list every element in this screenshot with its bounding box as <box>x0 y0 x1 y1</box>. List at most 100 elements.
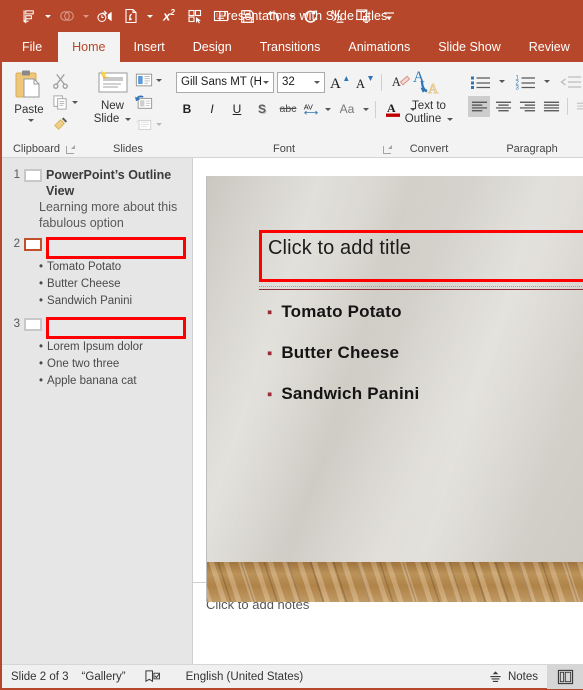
title-underline-accent <box>259 289 583 290</box>
paste-button[interactable]: Paste <box>10 68 48 122</box>
numbering-button[interactable]: 1 2 3 <box>513 71 539 92</box>
slide-bullet-text: Sandwich Panini <box>281 384 420 403</box>
powerpoint-window: x2 A A Presentations with Slide Titles. … <box>0 0 583 690</box>
outline-slide-3[interactable]: 3 <box>2 316 192 339</box>
text-shadow-button[interactable]: S <box>251 98 273 120</box>
slide-editing-area[interactable]: Click to add title ▪ Tomato Potato ▪ But… <box>193 158 583 602</box>
slide-canvas[interactable]: Click to add title ▪ Tomato Potato ▪ But… <box>206 176 583 602</box>
bullets-button[interactable] <box>468 71 494 92</box>
clipboard-group-label: Clipboard <box>12 143 61 155</box>
shape-fill-dropdown-caret-icon[interactable] <box>144 3 156 29</box>
superscript-icon[interactable]: x2 <box>156 3 182 29</box>
tab-animations[interactable]: Animations <box>334 32 424 62</box>
align-center-button[interactable] <box>492 96 514 117</box>
layout-button[interactable] <box>133 69 164 91</box>
language-indicator[interactable]: English (United States) <box>170 671 313 683</box>
outline-slide-number-1: 1 <box>13 169 20 181</box>
slide-bullet-2: ▪ Butter Cheese <box>267 343 573 363</box>
tab-home[interactable]: Home <box>58 32 120 62</box>
tab-design[interactable]: Design <box>179 32 246 62</box>
outline-slide-number-2: 2 <box>13 238 20 250</box>
format-painter-shape-icon[interactable] <box>118 3 144 29</box>
bullet-dot-icon: • <box>39 375 44 387</box>
character-spacing-button[interactable]: AV <box>303 98 331 120</box>
bullet-dot-icon: ▪ <box>267 304 273 321</box>
convert-group-label-wrap: Convert <box>398 141 460 157</box>
align-left-button[interactable] <box>468 96 490 117</box>
paragraph-group-label: Paragraph <box>506 143 558 155</box>
text-to-outline-button[interactable]: A A Text to Outline <box>404 68 454 126</box>
outline-bullet-3-1[interactable]: • Lorem Ipsum dolor <box>2 339 192 356</box>
title-placeholder-text: Click to add title <box>268 237 411 259</box>
outline-slide-icon-3[interactable] <box>24 318 42 331</box>
font-name-combo[interactable]: Gill Sans MT (H <box>176 71 274 93</box>
outline-bullet-2-1[interactable]: • Tomato Potato <box>2 259 192 276</box>
svg-text:A: A <box>330 76 341 91</box>
reset-button[interactable] <box>133 91 164 113</box>
decrease-indent-button[interactable] <box>558 71 583 92</box>
bold-button[interactable]: B <box>176 98 198 120</box>
paste-button-label: Paste <box>14 104 44 116</box>
font-group-label: Font <box>272 143 295 155</box>
section-button[interactable] <box>133 113 164 135</box>
outline-slide-icon-2[interactable] <box>24 238 42 251</box>
font-size-value: 32 <box>282 76 295 88</box>
copy-button[interactable] <box>50 91 80 113</box>
outline-slide-2[interactable]: 2 <box>2 236 192 259</box>
decrease-font-size-button[interactable]: A <box>353 71 375 93</box>
ribbon-tab-strip: File Home Insert Design Transitions Anim… <box>2 32 583 62</box>
slides-group-label-wrap: Slides <box>86 141 170 157</box>
outline-bullet-3-3[interactable]: • Apple banana cat <box>2 373 192 390</box>
outline-pane[interactable]: 1 PowerPoint’s Outline View Learning mor… <box>2 158 193 664</box>
outline-bullet-2-3[interactable]: • Sandwich Panini <box>2 293 192 310</box>
touch-mode-dropdown-caret-icon[interactable] <box>80 3 92 29</box>
outline-slide-title-2-empty-highlight[interactable] <box>46 237 186 259</box>
outline-bullet-2-2[interactable]: • Butter Cheese <box>2 276 192 293</box>
outline-slide-title-1[interactable]: PowerPoint’s Outline View <box>46 167 186 199</box>
outline-slide-title-3-empty-highlight[interactable] <box>46 317 186 339</box>
increase-font-size-button[interactable]: A <box>328 71 350 93</box>
outline-slide-1[interactable]: 1 PowerPoint’s Outline View <box>2 167 192 199</box>
tab-file[interactable]: File <box>6 32 58 62</box>
autosave-dropdown-caret-icon[interactable] <box>42 3 54 29</box>
outline-slide-subtitle-1[interactable]: Learning more about this fabulous option <box>2 199 192 231</box>
strikethrough-button[interactable]: abc <box>276 98 300 120</box>
tab-slide-show[interactable]: Slide Show <box>424 32 515 62</box>
slide-counter[interactable]: Slide 2 of 3 <box>2 671 78 683</box>
new-slide-button[interactable]: New Slide <box>92 68 133 126</box>
outline-bullet-3-2[interactable]: • One two three <box>2 356 192 373</box>
tab-insert[interactable]: Insert <box>120 32 179 62</box>
selection-pane-icon[interactable] <box>182 3 208 29</box>
font-size-combo[interactable]: 32 <box>277 71 325 93</box>
italic-button[interactable]: I <box>201 98 223 120</box>
body-placeholder[interactable]: ▪ Tomato Potato ▪ Butter Cheese ▪ Sandwi… <box>267 302 573 425</box>
tab-review[interactable]: Review <box>515 32 583 62</box>
bullet-dot-icon: • <box>39 295 44 307</box>
autosave-align-icon[interactable] <box>16 3 42 29</box>
change-case-button[interactable]: Aa <box>334 98 360 120</box>
outline-slide-number-3: 3 <box>13 318 20 330</box>
title-placeholder[interactable]: Click to add title <box>259 230 583 282</box>
cut-button[interactable] <box>50 69 80 91</box>
start-from-beginning-icon[interactable] <box>92 3 118 29</box>
clipboard-dialog-launcher-icon[interactable] <box>66 144 76 154</box>
tab-transitions[interactable]: Transitions <box>246 32 335 62</box>
justify-button[interactable] <box>540 96 562 117</box>
align-right-button[interactable] <box>516 96 538 117</box>
text-to-outline-label-line2: Outline <box>404 113 442 125</box>
format-painter-button[interactable] <box>50 113 80 135</box>
notes-toggle-button[interactable]: Notes <box>479 670 547 684</box>
normal-view-button[interactable] <box>547 664 583 689</box>
wooden-floor-image <box>207 562 583 602</box>
underline-button[interactable]: U <box>226 98 248 120</box>
touch-mode-icon[interactable] <box>54 3 80 29</box>
columns-button[interactable] <box>573 96 583 117</box>
slide-bullet-text: Tomato Potato <box>281 302 402 321</box>
outline-slide-icon-1[interactable] <box>24 169 42 182</box>
ribbon-group-convert: A A Text to Outline Convert <box>398 62 460 157</box>
slide-bullet-text: Butter Cheese <box>281 343 400 362</box>
font-dialog-launcher-icon[interactable] <box>383 145 392 154</box>
spellcheck-status-button[interactable] <box>135 669 170 684</box>
theme-name[interactable]: “Gallery” <box>78 671 135 683</box>
text-to-outline-label-line1: Text to <box>412 100 446 112</box>
